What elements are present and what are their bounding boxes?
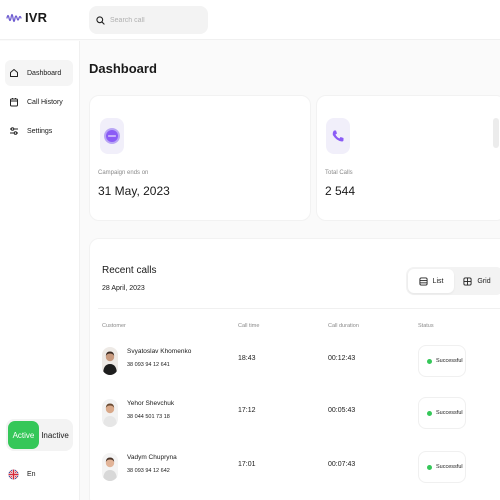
sidebar-item-label: Dashboard	[27, 69, 62, 77]
avatar	[102, 347, 118, 375]
sidebar-item-label: Call History	[27, 98, 63, 106]
customer-phone: 38 093 94 12 641	[127, 362, 170, 368]
stat-label: Total Calls	[325, 170, 353, 176]
logo-text: IVR	[25, 10, 48, 25]
sliders-icon	[10, 127, 18, 135]
status-toggle: Active Inactive	[6, 419, 73, 451]
language-label: En	[27, 471, 36, 478]
status-badge: Successful	[418, 397, 466, 429]
list-icon	[418, 276, 428, 286]
status-label: Successful	[436, 410, 463, 416]
sidebar-item-label: Settings	[27, 127, 53, 135]
campaign-icon	[100, 118, 124, 154]
sidebar: Dashboard Call History Settings Active I…	[0, 41, 80, 500]
customer-name: Svyatoslav Khomenko	[127, 348, 192, 355]
grid-view-label: Grid	[477, 277, 491, 285]
column-header-call-time: Call time	[238, 323, 260, 329]
search-bar[interactable]	[89, 6, 208, 34]
customer-phone: 38 093 94 12 642	[127, 468, 170, 474]
grid-icon	[463, 276, 472, 286]
call-duration: 00:05:43	[328, 407, 356, 414]
toggle-active-button[interactable]: Active	[8, 421, 39, 449]
sidebar-item-dashboard[interactable]: Dashboard	[5, 60, 73, 86]
top-header: IVR	[0, 0, 500, 40]
call-time: 18:43	[238, 355, 256, 362]
view-switch: List Grid	[406, 267, 500, 295]
section-date: 28 April, 2023	[102, 285, 145, 292]
section-title: Recent calls	[102, 265, 157, 276]
recent-calls-panel: Recent calls 28 April, 2023 List Grid Cu…	[89, 238, 500, 500]
status-badge: Successful	[418, 451, 466, 483]
status-badge: Successful	[418, 345, 466, 377]
table-row[interactable]: Vadym Chupryna 38 093 94 12 642 17:01 00…	[90, 443, 500, 491]
column-header-customer: Customer	[102, 323, 126, 329]
uk-flag-icon	[8, 469, 19, 480]
status-dot	[427, 464, 432, 470]
sidebar-item-settings[interactable]: Settings	[5, 118, 73, 144]
stat-card-campaign: Campaign ends on 31 May, 2023	[89, 95, 311, 221]
avatar	[102, 453, 118, 481]
stat-value: 2 544	[325, 184, 356, 198]
sidebar-item-call-history[interactable]: Call History	[5, 89, 73, 115]
page-title: Dashboard	[89, 61, 157, 76]
grid-view-button[interactable]: Grid	[454, 269, 500, 293]
customer-name: Yehor Shevchuk	[127, 400, 175, 407]
column-header-call-duration: Call duration	[328, 323, 359, 329]
customer-phone: 38 044 501 73 18	[127, 414, 170, 420]
column-header-status: Status	[418, 323, 434, 329]
stat-card-total-calls: Total Calls 2 544	[316, 95, 500, 221]
call-duration: 00:07:43	[328, 461, 356, 468]
list-view-label: List	[432, 277, 444, 285]
scroll-handle[interactable]	[493, 118, 499, 148]
home-icon	[10, 69, 18, 77]
stat-value: 31 May, 2023	[98, 184, 170, 198]
call-duration: 00:12:43	[328, 355, 356, 362]
phone-icon	[326, 118, 350, 154]
logo[interactable]: IVR	[6, 10, 47, 25]
table-row[interactable]: Svyatoslav Khomenko 38 093 94 12 641 18:…	[90, 337, 500, 385]
sound-wave-icon	[6, 13, 22, 22]
call-time: 17:01	[238, 461, 256, 468]
toggle-inactive-button[interactable]: Inactive	[39, 421, 71, 449]
customer-name: Vadym Chupryna	[127, 454, 177, 461]
stat-label: Campaign ends on	[98, 170, 149, 176]
list-view-button[interactable]: List	[408, 269, 454, 293]
status-dot	[427, 410, 432, 416]
call-time: 17:12	[238, 407, 256, 414]
status-label: Successful	[436, 464, 463, 470]
search-input[interactable]	[110, 16, 200, 24]
language-selector[interactable]: En	[8, 469, 36, 480]
status-dot	[427, 358, 432, 364]
calendar-icon	[10, 98, 18, 107]
avatar	[102, 399, 118, 427]
header-divider	[98, 308, 500, 309]
status-label: Successful	[436, 358, 463, 364]
table-row[interactable]: Yehor Shevchuk 38 044 501 73 18 17:12 00…	[90, 389, 500, 437]
search-icon	[96, 15, 105, 25]
